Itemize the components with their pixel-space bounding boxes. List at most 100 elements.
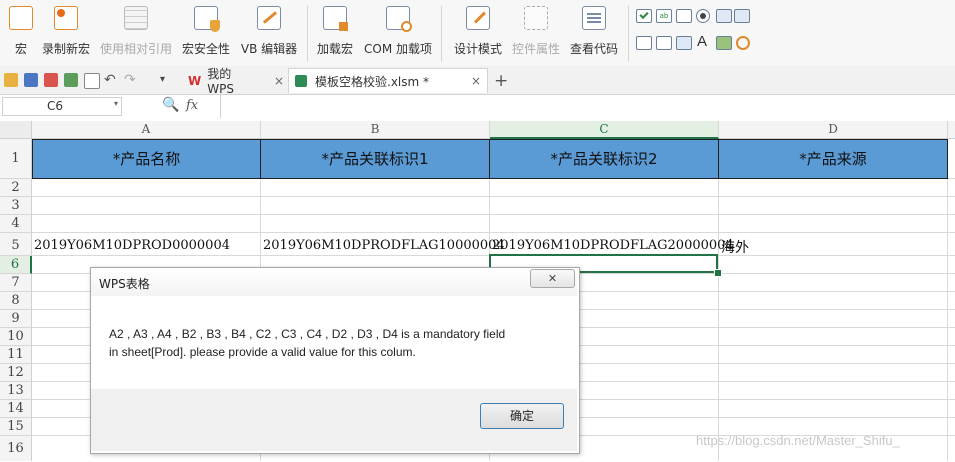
row-header[interactable]: 9	[0, 310, 32, 328]
formula-input[interactable]	[220, 95, 955, 118]
cell-b5[interactable]: 2019Y06M10DPRODFLAG10000004	[263, 238, 505, 253]
cell-d5[interactable]: 海外	[721, 237, 749, 257]
column-header-d[interactable]: D	[719, 121, 948, 139]
function-icon[interactable]: fx	[186, 98, 198, 113]
checkbox-control-icon[interactable]	[636, 9, 652, 23]
name-box[interactable]: C6 ▾	[2, 97, 122, 116]
button-control-icon[interactable]	[676, 9, 692, 23]
chevron-down-icon[interactable]: ▾	[114, 99, 118, 108]
listbox-control-icon[interactable]	[716, 9, 732, 23]
macro-label: 宏	[14, 42, 27, 56]
wps-logo-icon: W	[188, 73, 202, 88]
close-icon: ✕	[547, 272, 558, 285]
add-in-button[interactable]: 加载宏	[314, 4, 356, 62]
print-icon[interactable]	[64, 73, 78, 87]
column-header-e[interactable]	[948, 121, 955, 139]
row-header[interactable]: 4	[0, 215, 32, 233]
customize-toolbar-icon[interactable]: ▾	[160, 73, 174, 87]
relative-reference-button[interactable]: 使用相对引用	[98, 4, 174, 62]
undo-icon[interactable]: ↶	[104, 73, 118, 87]
row-header[interactable]: 1	[0, 139, 32, 179]
print-preview-icon[interactable]	[84, 73, 100, 89]
scrollbar-control-icon[interactable]	[656, 36, 672, 50]
select-all-corner[interactable]	[0, 121, 32, 139]
radio-control-icon[interactable]	[696, 9, 710, 23]
column-header-b[interactable]: B	[261, 121, 490, 139]
image-control-icon[interactable]	[716, 36, 732, 50]
row-header[interactable]: 14	[0, 400, 32, 418]
control-properties-icon	[524, 6, 548, 30]
dialog-titlebar[interactable]: WPS表格 ✕	[91, 268, 577, 296]
new-tab-button[interactable]: +	[494, 68, 508, 93]
macro-security-icon	[194, 6, 220, 32]
vb-editor-icon	[257, 6, 281, 30]
header-cell-d1[interactable]: *产品来源	[719, 139, 948, 179]
export-pdf-icon[interactable]	[44, 73, 58, 87]
spreadsheet-file-icon	[295, 75, 307, 87]
row-header[interactable]: 15	[0, 418, 32, 436]
gridline	[32, 196, 955, 197]
macro-button[interactable]: 宏	[6, 4, 36, 62]
column-header-c[interactable]: C	[490, 121, 719, 139]
record-macro-button[interactable]: 录制新宏	[40, 4, 92, 62]
vb-editor-label: VB 编辑器	[240, 42, 298, 56]
row-header[interactable]: 2	[0, 179, 32, 197]
spinner-control-icon[interactable]	[676, 36, 692, 50]
tab-workbook-label: 模板空格校验.xlsm *	[315, 74, 430, 89]
row-header[interactable]: 10	[0, 328, 32, 346]
record-macro-icon	[54, 6, 78, 30]
groupbox-control-icon[interactable]	[636, 36, 652, 50]
tab-workbook[interactable]: 模板空格校验.xlsm * ×	[288, 68, 488, 93]
fill-handle[interactable]	[714, 269, 722, 277]
row-header[interactable]: 11	[0, 346, 32, 364]
row-header[interactable]: 5	[0, 233, 32, 256]
header-cell-c1[interactable]: *产品关联标识2	[490, 139, 719, 179]
add-in-label: 加载宏	[316, 42, 353, 56]
close-tab-icon[interactable]: ×	[471, 74, 481, 88]
header-cell-b1[interactable]: *产品关联标识1	[261, 139, 490, 179]
row-header[interactable]: 8	[0, 292, 32, 310]
textbox-control-icon[interactable]: ab	[656, 9, 672, 23]
combobox-control-icon[interactable]	[734, 9, 750, 23]
developer-ribbon: 宏 录制新宏 使用相对引用 宏安全性 VB 编辑器 加载宏 COM 加载项 设计…	[0, 0, 955, 67]
open-icon[interactable]	[4, 73, 18, 87]
more-controls-icon[interactable]	[736, 36, 750, 50]
dialog-message-line2: in sheet[Prod]. please provide a valid v…	[109, 345, 416, 359]
watermark: https://blog.csdn.net/Master_Shifu_	[696, 433, 900, 448]
tab-my-wps[interactable]: W 我的WPS ×	[184, 67, 284, 96]
com-add-in-button[interactable]: COM 加载项	[362, 4, 434, 62]
tab-bar: ↶ ↷ ▾ W 我的WPS × 模板空格校验.xlsm * × +	[0, 66, 955, 96]
macro-security-button[interactable]: 宏安全性	[180, 4, 232, 62]
close-tab-icon[interactable]: ×	[274, 74, 284, 88]
control-properties-label: 控件属性	[511, 42, 560, 56]
cell-a5[interactable]: 2019Y06M10DPROD0000004	[34, 238, 230, 253]
control-properties-button[interactable]: 控件属性	[510, 4, 562, 62]
row-header[interactable]: 16	[0, 436, 32, 461]
message-dialog: WPS表格 ✕ A2 , A3 , A4 , B2 , B3 , B4 , C2…	[90, 267, 580, 454]
ok-button-label: 确定	[509, 409, 534, 423]
ok-button[interactable]: 确定	[480, 403, 564, 429]
dialog-title: WPS表格	[99, 277, 150, 291]
redo-icon[interactable]: ↷	[124, 73, 138, 87]
row-header[interactable]: 13	[0, 382, 32, 400]
cell-c5[interactable]: 2019Y06M10DPRODFLAG20000004	[492, 238, 734, 253]
dialog-close-button[interactable]: ✕	[530, 269, 575, 288]
column-header-a[interactable]: A	[32, 121, 261, 139]
row-header[interactable]: 6	[0, 256, 32, 274]
row-header[interactable]: 7	[0, 274, 32, 292]
header-cell-a1[interactable]: *产品名称	[32, 139, 261, 179]
zoom-icon[interactable]: 🔍	[162, 97, 179, 113]
dialog-body: A2 , A3 , A4 , B2 , B3 , B4 , C2 , C3 , …	[91, 296, 577, 389]
vb-editor-button[interactable]: VB 编辑器	[238, 4, 300, 62]
label-control-icon[interactable]: A	[697, 33, 707, 50]
ribbon-separator	[441, 6, 442, 62]
design-mode-button[interactable]: 设计模式	[452, 4, 504, 62]
save-icon[interactable]	[24, 73, 38, 87]
relative-reference-icon	[124, 6, 148, 30]
relative-reference-label: 使用相对引用	[99, 42, 172, 56]
tab-my-wps-label: 我的WPS	[207, 67, 234, 96]
row-header[interactable]: 3	[0, 197, 32, 215]
row-header[interactable]: 12	[0, 364, 32, 382]
view-code-button[interactable]: 查看代码	[568, 4, 620, 62]
name-box-value: C6	[47, 99, 64, 113]
